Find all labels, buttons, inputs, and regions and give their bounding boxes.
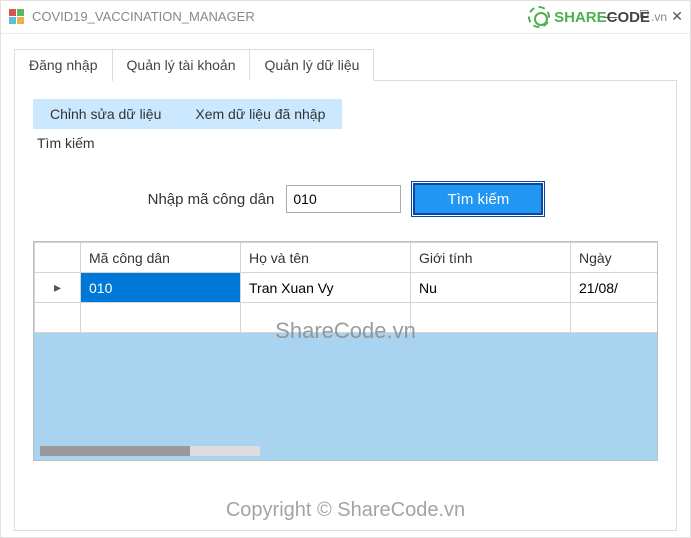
- watermark-logo: SHARECODE.vn: [528, 6, 667, 28]
- cell-gender[interactable]: Nu: [411, 273, 571, 303]
- search-button[interactable]: Tìm kiếm: [413, 183, 543, 215]
- cell-id[interactable]: 010: [81, 273, 241, 303]
- grid-corner: [35, 243, 81, 273]
- watermark-copyright: Copyright © ShareCode.vn: [226, 499, 465, 522]
- sub-tabs: Chỉnh sửa dữ liệu Xem dữ liệu đã nhập: [33, 99, 658, 129]
- subtab-edit-data[interactable]: Chỉnh sửa dữ liệu: [33, 99, 178, 129]
- row-indicator-icon: ▸: [35, 273, 81, 303]
- cell-date[interactable]: 21/08/: [571, 273, 658, 303]
- app-icon: [8, 9, 24, 25]
- col-header-id[interactable]: Mã công dân: [81, 243, 241, 273]
- new-row-indicator: [35, 303, 81, 333]
- tab-accounts[interactable]: Quản lý tài khoản: [112, 49, 251, 81]
- close-button[interactable]: ✕: [671, 8, 683, 25]
- logo-icon: [528, 6, 550, 28]
- table-row[interactable]: ▸ 010 Tran Xuan Vy Nu 21/08/: [35, 273, 658, 303]
- subtab-view-data[interactable]: Xem dữ liệu đã nhập: [178, 99, 342, 129]
- col-header-name[interactable]: Họ và tên: [241, 243, 411, 273]
- citizen-id-input[interactable]: [286, 185, 401, 213]
- tab-login[interactable]: Đăng nhập: [14, 49, 113, 81]
- new-cell[interactable]: [241, 303, 411, 333]
- tab-panel: Chỉnh sửa dữ liệu Xem dữ liệu đã nhập Tì…: [14, 81, 677, 531]
- col-header-gender[interactable]: Giới tính: [411, 243, 571, 273]
- cell-name[interactable]: Tran Xuan Vy: [241, 273, 411, 303]
- data-grid[interactable]: Mã công dân Họ và tên Giới tính Ngày ▸ 0…: [33, 241, 658, 461]
- window-title: COVID19_VACCINATION_MANAGER: [32, 9, 255, 24]
- new-cell[interactable]: [571, 303, 658, 333]
- new-cell[interactable]: [411, 303, 571, 333]
- search-label: Nhập mã công dân: [148, 191, 275, 208]
- tab-data[interactable]: Quản lý dữ liệu: [249, 49, 374, 81]
- col-header-date[interactable]: Ngày: [571, 243, 658, 273]
- main-tabs: Đăng nhập Quản lý tài khoản Quản lý dữ l…: [14, 48, 677, 81]
- section-label-search: Tìm kiếm: [33, 129, 658, 151]
- new-row[interactable]: [35, 303, 658, 333]
- grid-header-row: Mã công dân Họ và tên Giới tính Ngày: [35, 243, 658, 273]
- new-cell[interactable]: [81, 303, 241, 333]
- grid-empty-area: [34, 333, 657, 460]
- horizontal-scrollbar[interactable]: [40, 446, 260, 456]
- search-row: Nhập mã công dân Tìm kiếm: [33, 183, 658, 215]
